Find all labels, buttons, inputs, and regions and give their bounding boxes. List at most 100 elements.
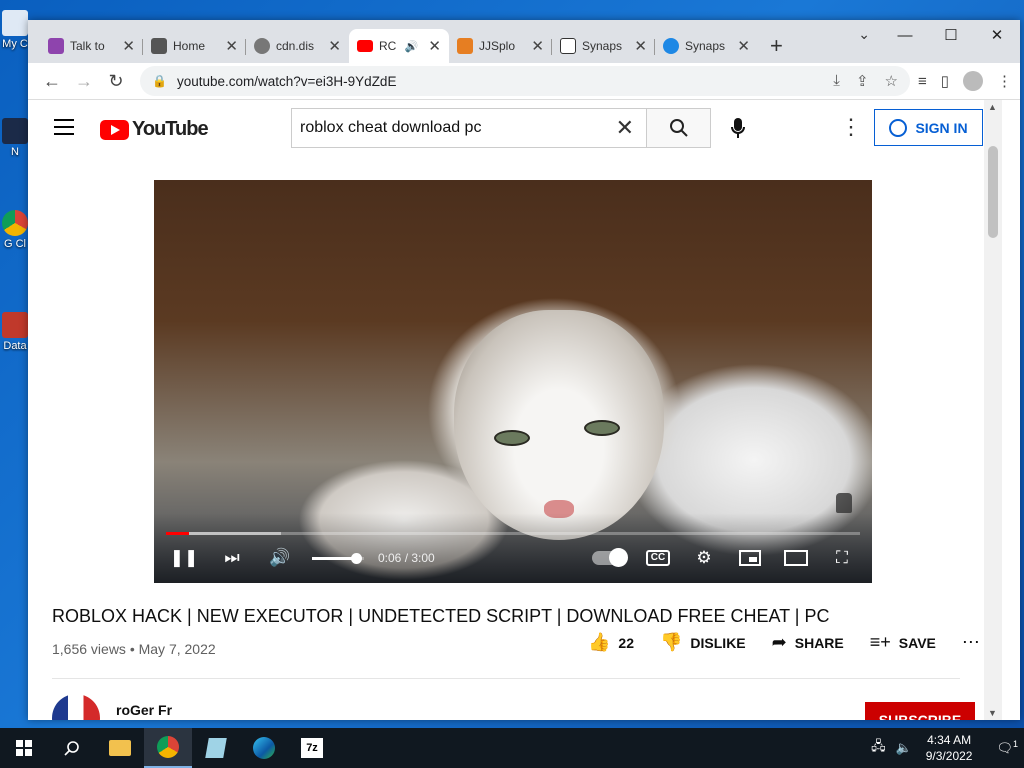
gear-icon[interactable]: ⚙	[688, 546, 720, 570]
desktop-icon-google-chrome[interactable]: G Cl	[0, 210, 30, 250]
notification-icon[interactable]: 🗨1	[996, 739, 1018, 756]
address-bar[interactable]: 🔒 youtube.com/watch?v=ei3H-9YdZdE ⤓ ⇪ ☆	[140, 66, 910, 96]
tab-label: Home	[173, 39, 206, 53]
pause-icon[interactable]: ❚❚	[168, 546, 200, 570]
theater-mode-icon[interactable]	[780, 546, 812, 570]
voice-search-button[interactable]	[720, 110, 756, 146]
subscribe-button[interactable]: SUBSCRIBE	[865, 702, 975, 720]
maximize-button[interactable]: ☐	[928, 20, 974, 50]
lock-icon[interactable]: 🔒	[152, 74, 167, 88]
close-window-button[interactable]: ✕	[974, 20, 1020, 50]
reload-button[interactable]: ↻	[100, 71, 132, 92]
time-display: 0:06 / 3:00	[378, 551, 435, 565]
close-icon[interactable]: ✕	[328, 37, 341, 55]
close-icon[interactable]: ✕	[428, 37, 441, 55]
forward-button[interactable]: →	[68, 71, 100, 92]
windows-logo-icon	[16, 740, 32, 756]
tab-cdn[interactable]: cdn.dis ✕	[246, 29, 349, 63]
share-button[interactable]: ➦ SHARE	[772, 632, 844, 653]
back-button[interactable]: ←	[36, 71, 68, 92]
scroll-down-arrow[interactable]: ▼	[988, 708, 997, 718]
notepad-icon[interactable]	[192, 728, 240, 768]
thumbs-up-icon: 👍	[588, 632, 611, 652]
toolbar: ← → ↻ 🔒 youtube.com/watch?v=ei3H-9YdZdE …	[28, 63, 1020, 100]
close-icon[interactable]: ✕	[225, 37, 238, 55]
hamburger-menu-icon[interactable]	[54, 119, 74, 140]
close-icon[interactable]: ✕	[737, 37, 750, 55]
tab-talk-to[interactable]: Talk to ✕	[40, 29, 143, 63]
channel-watermark[interactable]	[836, 493, 852, 513]
settings-menu-icon[interactable]: ⋮	[840, 116, 862, 138]
save-button[interactable]: ≡+ SAVE	[870, 632, 936, 653]
video-player[interactable]: ❚❚ ⏭ 🔊 0:06 / 3:00 CC ⚙ ⛶	[154, 180, 872, 583]
volume-slider[interactable]	[312, 552, 364, 564]
volume-knob[interactable]	[351, 552, 363, 564]
install-icon[interactable]: ⤓	[833, 72, 840, 90]
profile-avatar[interactable]	[963, 71, 983, 91]
close-icon[interactable]: ✕	[634, 37, 647, 55]
tab-synapse-1[interactable]: Synaps ✕	[552, 29, 655, 63]
chevron-down-icon[interactable]: ⌄	[858, 26, 870, 43]
progress-bar[interactable]	[166, 532, 860, 535]
volume-icon[interactable]: 🔊	[264, 546, 296, 570]
like-button[interactable]: 👍 22	[588, 632, 634, 653]
sign-in-label: SIGN IN	[915, 119, 968, 136]
tab-home[interactable]: Home ✕	[143, 29, 246, 63]
dislike-button[interactable]: 👎 DISLIKE	[660, 632, 746, 653]
desktop-icon-n[interactable]: N	[0, 118, 30, 158]
autoplay-toggle[interactable]	[592, 548, 628, 567]
chrome-taskbar-icon[interactable]	[144, 728, 192, 768]
minimize-button[interactable]: —	[882, 20, 928, 50]
media-controls-icon[interactable]: ≡	[918, 73, 927, 90]
miniplayer-icon[interactable]	[734, 546, 766, 570]
thumbs-down-icon: 👎	[660, 632, 683, 652]
speaker-icon[interactable]: 🔊	[405, 40, 419, 53]
page-scrollbar[interactable]: ▲ ▼	[984, 100, 1002, 720]
clear-icon[interactable]: ✕	[616, 115, 634, 141]
desktop-icon-my-computer[interactable]: My C	[0, 10, 30, 50]
tab-jjsploit[interactable]: JJSplo ✕	[449, 29, 552, 63]
new-tab-button[interactable]: +	[770, 29, 783, 63]
tab-synapse-2[interactable]: Synaps ✕	[655, 29, 758, 63]
share-icon[interactable]: ⇪	[856, 72, 869, 90]
scrollbar-thumb[interactable]	[988, 146, 998, 238]
sign-in-button[interactable]: SIGN IN	[874, 109, 983, 146]
bookmark-star-icon[interactable]: ☆	[885, 72, 898, 90]
file-explorer-icon[interactable]	[96, 728, 144, 768]
desktop-icon-data[interactable]: Data	[0, 312, 30, 352]
youtube-logo[interactable]: YouTube	[100, 118, 209, 141]
search-button[interactable]	[647, 108, 711, 148]
synapse-icon	[663, 38, 679, 54]
c-letter-icon	[48, 38, 64, 54]
tab-strip: Talk to ✕ Home ✕ cdn.dis ✕ RC 🔊 ✕ JJSplo…	[28, 20, 1020, 63]
speaker-icon[interactable]: 🔈	[896, 740, 912, 756]
scroll-up-arrow[interactable]: ▲	[988, 102, 997, 112]
channel-name[interactable]: roGer Fr	[116, 702, 172, 718]
close-icon[interactable]: ✕	[122, 37, 135, 55]
start-button[interactable]	[0, 728, 48, 768]
window-controls: — ☐ ✕	[882, 20, 1020, 50]
video-meta: 1,656 views • May 7, 2022	[52, 641, 216, 657]
microphone-icon	[731, 118, 745, 138]
next-icon[interactable]: ⏭	[216, 546, 248, 570]
more-horizontal-icon: ⋯	[961, 632, 980, 652]
search-input[interactable]: roblox cheat download pc ✕	[291, 108, 647, 148]
side-panel-icon[interactable]: ▯	[941, 72, 949, 90]
desktop-icon-label: Data	[3, 340, 27, 352]
search-icon[interactable]	[48, 728, 96, 768]
youtube-header: YouTube roblox cheat download pc ✕ ⋮ SIG…	[28, 100, 1002, 156]
edge-icon[interactable]	[240, 728, 288, 768]
fullscreen-icon[interactable]: ⛶	[826, 546, 858, 570]
clock[interactable]: 4:34 AM 9/3/2022	[926, 732, 973, 764]
menu-icon[interactable]: ⋮	[997, 72, 1012, 90]
t-letter-icon	[560, 38, 576, 54]
cat-image	[454, 310, 664, 540]
tab-label: RC	[379, 39, 397, 53]
tab-youtube-active[interactable]: RC 🔊 ✕	[349, 29, 449, 63]
7zip-icon[interactable]: 7z	[288, 728, 336, 768]
network-icon[interactable]: 🖧	[871, 737, 886, 759]
captions-icon[interactable]: CC	[642, 546, 674, 570]
tab-label: JJSplo	[479, 39, 516, 53]
channel-avatar[interactable]	[52, 694, 100, 720]
close-icon[interactable]: ✕	[531, 37, 544, 55]
